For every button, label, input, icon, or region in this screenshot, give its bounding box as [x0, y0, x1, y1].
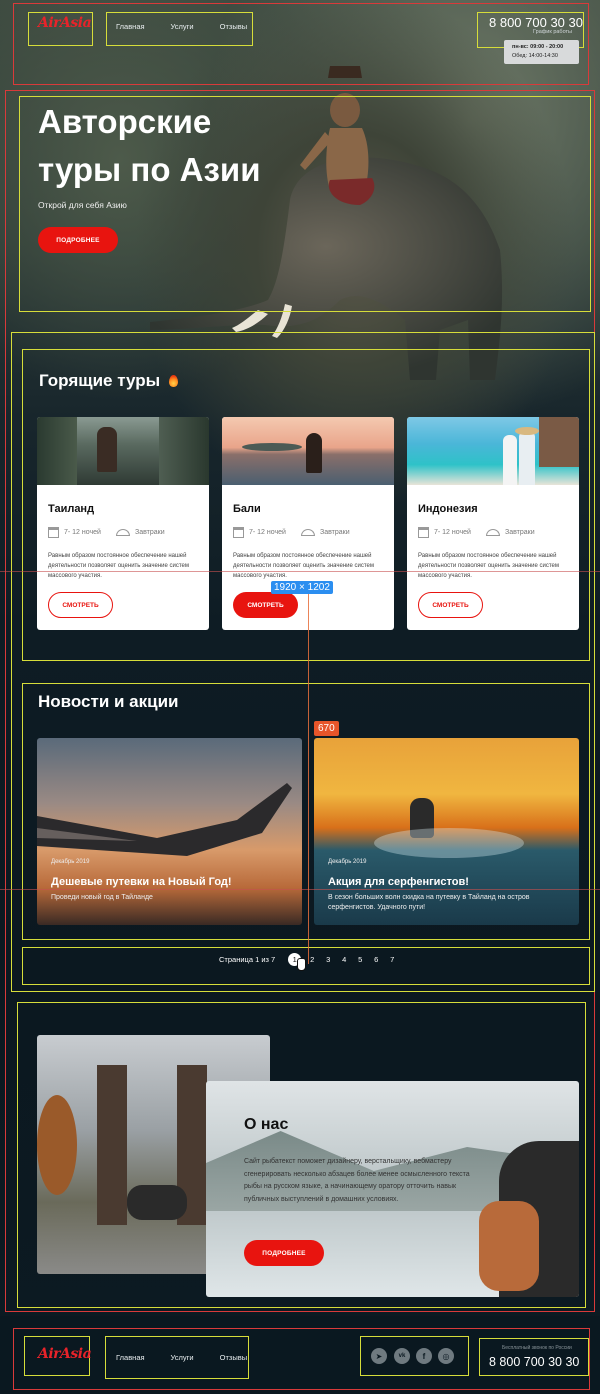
hero-title-line2: туры по Азии: [38, 151, 261, 188]
footer-nav-reviews[interactable]: Отзывы: [220, 1353, 247, 1362]
news-card-surf[interactable]: Декабрь 2019 Акция для серфенгистов! В с…: [314, 738, 579, 925]
nav-item-home[interactable]: Главная: [116, 22, 145, 31]
page-3[interactable]: 3: [320, 955, 336, 964]
nav-item-services[interactable]: Услуги: [171, 22, 194, 31]
ruler-line-bottom: [0, 889, 600, 890]
tour-nights: 7- 12 ночей: [434, 529, 471, 536]
page-6[interactable]: 6: [368, 955, 384, 964]
hours-line2: Обед: 14:00-14:30: [512, 53, 558, 59]
pagination-label: Страница 1 из 7: [219, 955, 276, 964]
news-text: Проведи новый год в Тайланде: [51, 894, 153, 901]
tour-nights: 7- 12 ночей: [64, 529, 101, 536]
tour-desc: Равным образом постоянное обеспечение на…: [48, 553, 189, 579]
tour-name: Индонезия: [418, 503, 478, 515]
tour-name: Бали: [233, 503, 261, 515]
news-card-newyear[interactable]: Декабрь 2019 Дешевые путевки на Новый Го…: [37, 738, 302, 925]
about-title: О нас: [244, 1116, 289, 1133]
tour-view-button[interactable]: СМОТРЕТЬ: [233, 592, 298, 618]
page-2[interactable]: 2: [304, 955, 320, 964]
schedule-label[interactable]: График работы: [533, 29, 572, 35]
tour-meta: 7- 12 ночей Завтраки: [233, 527, 350, 538]
calendar-icon: [418, 527, 429, 538]
instagram-icon[interactable]: ◎: [438, 1348, 454, 1364]
tour-meal: Завтраки: [134, 529, 165, 536]
about-more-button[interactable]: ПОДРОБНЕЕ: [244, 1240, 324, 1266]
ruler-line-vertical: [308, 584, 309, 964]
tour-meal: Завтраки: [319, 529, 350, 536]
ruler-line-top: [0, 571, 600, 572]
news-date: Декабрь 2019: [51, 859, 90, 865]
meal-icon: [485, 529, 500, 536]
tour-meta: 7- 12 ночей Завтраки: [418, 527, 535, 538]
tour-desc: Равным образом постоянное обеспечение на…: [233, 553, 374, 579]
header-nav: Главная Услуги Отзывы: [116, 22, 247, 31]
vk-icon[interactable]: vk: [394, 1348, 410, 1364]
hand-cursor-icon: [297, 958, 306, 971]
schedule-tooltip: пн-вс: 09:00 - 20:00 Обед: 14:00-14:30: [504, 40, 579, 64]
news-text: В сезон больших волн скидка на путевку в…: [328, 894, 530, 911]
news-headline[interactable]: Акция для серфенгистов!: [328, 876, 469, 888]
footer-nav-services[interactable]: Услуги: [171, 1353, 194, 1362]
tour-meal: Завтраки: [504, 529, 535, 536]
fire-icon: [168, 375, 178, 387]
hours-line1: пн-вс: 09:00 - 20:00: [512, 44, 564, 50]
tour-view-button[interactable]: СМОТРЕТЬ: [418, 592, 483, 618]
news-headline[interactable]: Дешевые путевки на Новый Год!: [51, 876, 232, 888]
nav-item-reviews[interactable]: Отзывы: [220, 22, 247, 31]
page-7[interactable]: 7: [384, 955, 400, 964]
hot-tours-title: Горящие туры: [39, 371, 178, 391]
tour-desc: Равным образом постоянное обеспечение на…: [418, 553, 559, 579]
tour-view-button[interactable]: СМОТРЕТЬ: [48, 592, 113, 618]
page-4[interactable]: 4: [336, 955, 352, 964]
hero-title-line1: Авторские: [38, 103, 212, 140]
hero-title: Авторские туры по Азии: [38, 98, 260, 194]
tour-nights: 7- 12 ночей: [249, 529, 286, 536]
hero-subtitle: Открой для себя Азию: [38, 200, 127, 210]
meal-icon: [300, 529, 315, 536]
calendar-icon: [233, 527, 244, 538]
tour-card-indonesia[interactable]: Индонезия 7- 12 ночей Завтраки Равным об…: [407, 417, 579, 630]
news-date: Декабрь 2019: [328, 859, 367, 865]
header-logo[interactable]: AirAsia: [38, 15, 92, 31]
news-title: Новости и акции: [38, 692, 179, 711]
footer-phone[interactable]: 8 800 700 30 30: [489, 1355, 579, 1369]
meal-icon: [115, 529, 130, 536]
offset-badge: 670: [314, 721, 339, 736]
facebook-icon[interactable]: f: [416, 1348, 432, 1364]
calendar-icon: [48, 527, 59, 538]
pagination: Страница 1 из 7 1 2 3 4 5 6 7: [219, 953, 400, 966]
footer-logo[interactable]: AirAsia: [38, 1346, 92, 1362]
hero-more-button[interactable]: ПОДРОБНЕЕ: [38, 227, 118, 253]
footer-nav: Главная Услуги Отзывы: [116, 1353, 247, 1362]
tour-meta: 7- 12 ночей Завтраки: [48, 527, 165, 538]
dimension-badge: 1920 × 1202: [271, 581, 333, 594]
tour-photo-bali: [222, 417, 394, 485]
footer-nav-home[interactable]: Главная: [116, 1353, 145, 1362]
about-text: Сайт рыбатекст поможет дизайнеру, верста…: [244, 1158, 470, 1203]
telegram-icon[interactable]: ➤: [371, 1348, 387, 1364]
hot-tours-title-text: Горящие туры: [39, 371, 161, 390]
header-phone[interactable]: 8 800 700 30 30: [489, 15, 583, 30]
tour-card-thailand[interactable]: Таиланд 7- 12 ночей Завтраки Равным обра…: [37, 417, 209, 630]
footer-free-call: Бесплатный звонок по России: [502, 1345, 572, 1351]
page: AirAsia Главная Услуги Отзывы 8 800 700 …: [0, 0, 600, 1394]
tour-photo-indonesia: [407, 417, 579, 485]
tour-photo-thailand: [37, 417, 209, 485]
page-5[interactable]: 5: [352, 955, 368, 964]
tour-name: Таиланд: [48, 503, 95, 515]
